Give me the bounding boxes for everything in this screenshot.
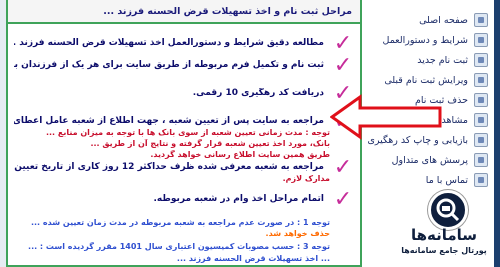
step-item: ✓ دریافت کد رهگیری 10 رقمی. [14, 82, 354, 106]
edit-icon [474, 73, 488, 87]
checkmark-icon: ✓ [333, 187, 353, 212]
delete-icon [474, 93, 488, 107]
sidebar-item-edit-registration[interactable]: ویرایش ثبت نام قبلی [372, 70, 490, 90]
annotation-arrow-icon [330, 94, 442, 140]
step-text: مراجعه به شعبه معرفی شده ظرف حداکثر 12 ر… [14, 162, 324, 172]
sidebar-item-label: ویرایش ثبت نام قبلی [384, 74, 468, 86]
step-text: دریافت کد رهگیری 10 رقمی. [192, 88, 324, 98]
sidebar-edge [494, 0, 500, 267]
footnote: توجه 3 : حسب مصوبات کمیسیون اعتباری سال … [28, 242, 330, 251]
step-note: طریق همین سایت اطلاع رسانی خواهد گردید. [150, 150, 330, 159]
watermark-subtitle: پورتال جامع سامانه‌ها [401, 246, 487, 255]
step-note: توجه : مدت زمانی تعیین شعبه از سوی بانک … [45, 128, 330, 137]
watermark-title: سامانه‌ها [410, 226, 478, 244]
contact-icon [474, 173, 488, 187]
footnote: ... اخذ تسهیلات قرض الحسنه فرزند ... [176, 254, 330, 263]
step-item: ✓ ثبت نام و تکمیل فرم مربوطه از طریق سای… [14, 54, 354, 78]
home-icon [474, 13, 488, 27]
step-text: مراجعه به سایت پس از تعیین شعبه ، جهت اط… [14, 116, 324, 126]
logo-icon [428, 190, 468, 230]
step-text: اتمام مراحل اخذ وام در شعبه مربوطه. [153, 194, 324, 204]
footnote: توجه 1 : در صورت عدم مراجعه به شعبه مربو… [30, 218, 330, 227]
footnote: حذف خواهد شد. [265, 229, 330, 238]
checkmark-icon: ✓ [333, 155, 353, 180]
sidebar-item-label: پرسش های متداول [391, 154, 468, 166]
sidebar-item-home[interactable]: صفحه اصلی [372, 10, 490, 30]
site-watermark-logo: سامانه‌ها پورتال جامع سامانه‌ها [394, 190, 494, 264]
step-note: بانک، مورد اخذ تعیین شعبه قرار گرفته و ن… [90, 139, 330, 148]
sidebar-item-label: ثبت نام جدید [417, 54, 468, 66]
content-panel: مراحل ثبت نام و اخذ تسهیلات قرض الحسنه ف… [6, 0, 362, 267]
sidebar-item-label: تماس با ما [425, 174, 468, 186]
step-note: مدارک لازم. [282, 174, 330, 183]
step-item: ✓ مطالعه دقیق شرایط و دستورالعمل اخذ تسه… [14, 32, 354, 56]
step-text: ثبت نام و تکمیل فرم مربوطه از طریق سایت … [14, 60, 324, 70]
sidebar-item-faq[interactable]: پرسش های متداول [372, 150, 490, 170]
sidebar-item-label: شرایط و دستورالعمل [382, 34, 469, 46]
status-icon [474, 113, 488, 127]
sidebar-item-conditions[interactable]: شرایط و دستورالعمل [372, 30, 490, 50]
step-item: ✓ اتمام مراحل اخذ وام در شعبه مربوطه. [14, 188, 354, 212]
faq-icon [474, 153, 488, 167]
sidebar-item-label: صفحه اصلی [419, 14, 468, 26]
panel-header: مراحل ثبت نام و اخذ تسهیلات قرض الحسنه ف… [8, 0, 360, 24]
checkmark-icon: ✓ [333, 53, 353, 78]
sidebar-item-contact[interactable]: تماس با ما [372, 170, 490, 190]
print-icon [474, 133, 488, 147]
document-icon [474, 33, 488, 47]
sidebar-item-new-registration[interactable]: ثبت نام جدید [372, 50, 490, 70]
step-text: مطالعه دقیق شرایط و دستورالعمل اخذ تسهیل… [14, 38, 324, 48]
register-icon [474, 53, 488, 67]
